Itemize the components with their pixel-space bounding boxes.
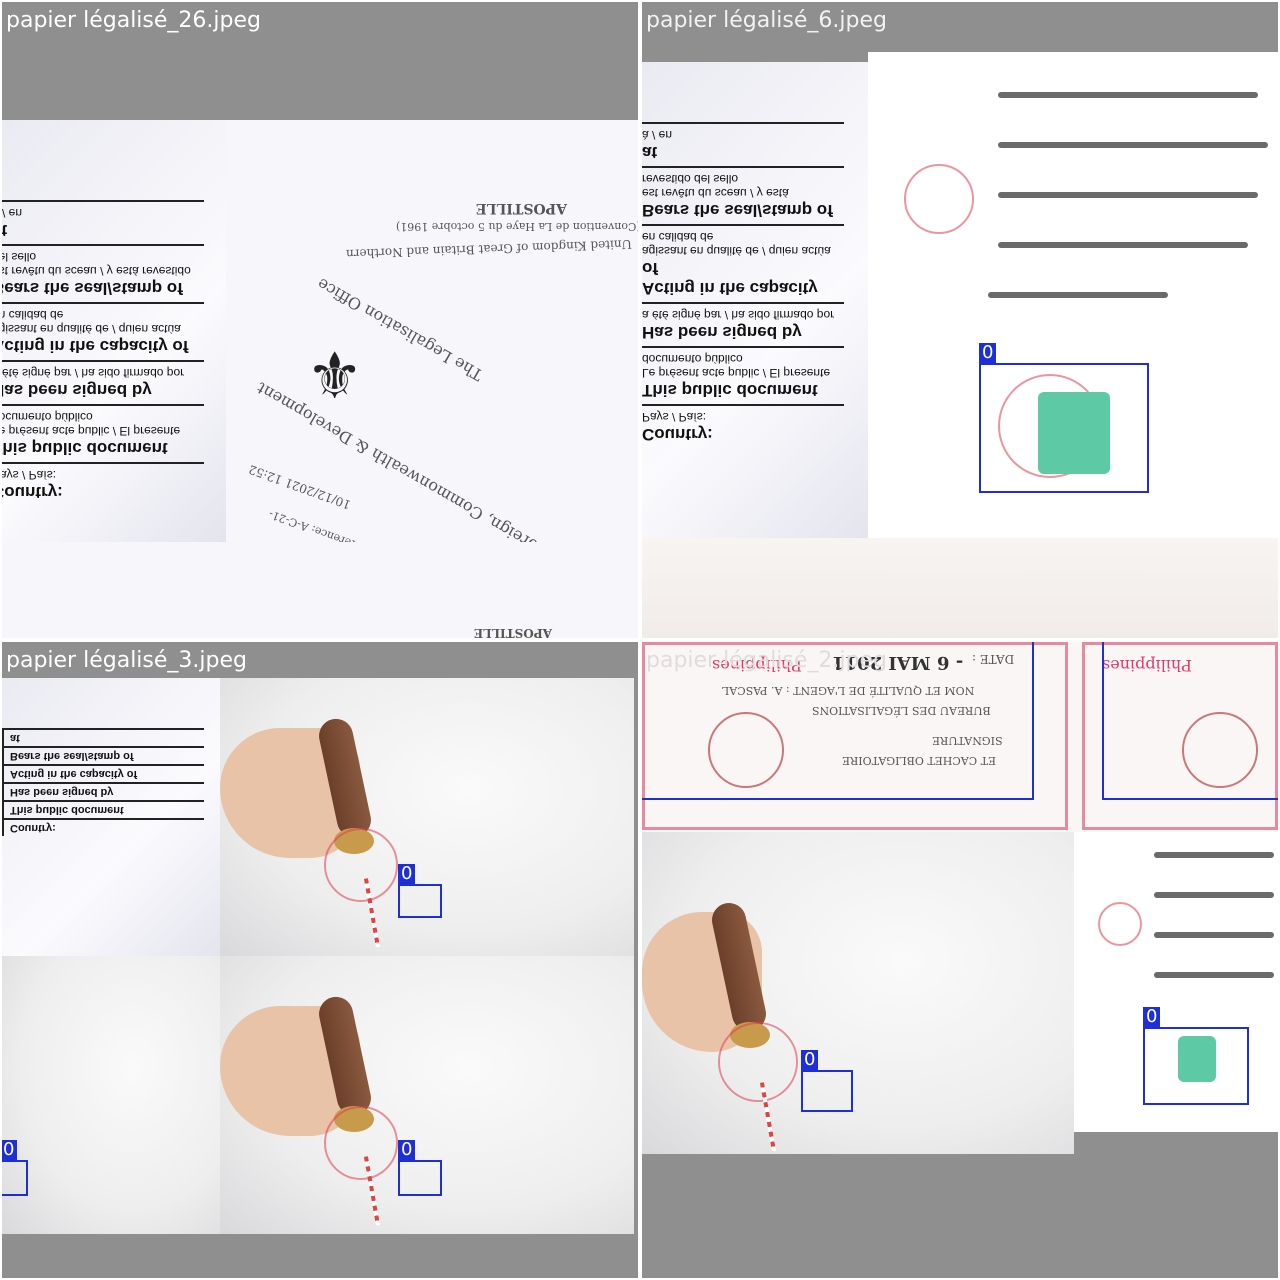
apostille-reference: Reference: A-C-21-	[266, 507, 371, 542]
form-row-document: This public document Le présent acte publ…	[642, 346, 844, 404]
detection-box[interactable]: 0	[398, 864, 442, 918]
form-row-bears: Bears the seal/stamp of	[4, 746, 204, 764]
red-seal-icon	[904, 164, 974, 234]
apostille-country-line: United Kingdom of Great Britain and Nort…	[345, 237, 632, 261]
detection-label: 0	[398, 864, 416, 884]
form-row-at: atà / en	[2, 200, 204, 244]
form-row-bears: Bears the seal/stamp ofest revêtu du sce…	[2, 244, 204, 302]
apostille-heading: APOSTILLE	[476, 200, 568, 216]
apostille-strip: APOSTILLE	[2, 542, 638, 638]
wax-seal-mark-icon	[324, 828, 398, 902]
form-row-signed: Has been signed by a été signé par / ha s…	[642, 302, 844, 346]
form-row-acting: Acting in the capacity of	[4, 764, 204, 782]
form-row-signed: Has been signed by	[4, 782, 204, 800]
form-row-country: Country:Pays / País:	[2, 462, 204, 506]
tile-title: papier légalisé_6.jpeg	[646, 8, 887, 33]
detection-label: 0	[1143, 1007, 1161, 1027]
form-row-document: This public document Le présent acte publ…	[2, 404, 204, 462]
red-seal-icon	[1098, 902, 1142, 946]
text-line	[1154, 932, 1274, 938]
document-photo	[2, 956, 220, 1234]
text-line	[998, 192, 1258, 198]
detection-box[interactable]: 0	[1102, 642, 1278, 800]
mosaic-tile-3[interactable]: Country: This public document Has been s…	[2, 642, 638, 1278]
detection-label: 0	[979, 343, 997, 363]
apostille-form-table: Country: This public document Has been s…	[2, 728, 204, 836]
tile-title: papier légalisé_26.jpeg	[6, 8, 261, 33]
tile-title: papier légalisé_3.jpeg	[6, 648, 247, 673]
wax-seal-mark-icon	[324, 1106, 398, 1180]
detection-label: 0	[2, 1140, 18, 1160]
apostille-form-photo: Country:Pays / País: This public documen…	[2, 120, 226, 542]
apostille-form-table: Country:Pays / País: This public documen…	[642, 122, 844, 448]
text-line	[1154, 972, 1274, 978]
detection-box[interactable]: 0	[801, 1050, 853, 1112]
form-row-acting: Acting in the capacity ofagissant en qua…	[2, 302, 204, 360]
form-row-country: Country:	[4, 818, 204, 836]
form-row-at: atà / en	[642, 122, 844, 166]
wax-seal-photo	[642, 832, 1074, 1154]
text-line	[998, 92, 1258, 98]
apostille-convention: (Convention de La Haye du 5 octobre 1961…	[396, 220, 638, 233]
apostille-datetime: 10/12/2021 12:52	[246, 462, 353, 512]
apostille-form-photo: Country: This public document Has been s…	[2, 678, 220, 956]
mosaic-tile-1[interactable]: Country:Pays / País: This public documen…	[2, 2, 638, 638]
form-row-bears: Bears the seal/stamp ofest revêtu du sce…	[642, 166, 844, 224]
detection-box[interactable]: 0	[1143, 1007, 1249, 1105]
form-row-acting: Acting in the capacity ofagissant en qua…	[642, 224, 844, 302]
detection-label: 0	[398, 1140, 416, 1160]
apostille-form-photo: Country:Pays / País: This public documen…	[642, 62, 868, 542]
form-row-country: Country:Pays / País:	[642, 404, 844, 448]
text-line	[998, 142, 1268, 148]
text-line	[1154, 892, 1274, 898]
form-row-signed: Has been signed by a été signé par / ha s…	[2, 360, 204, 404]
apostille-form-table: Country:Pays / País: This public documen…	[2, 200, 204, 506]
form-row-document: This public document	[4, 800, 204, 818]
royal-crest-icon: ⚜	[306, 340, 364, 414]
mosaic-tile-4[interactable]: DATE : - 6 MAI 2011 Philippines NOM ET Q…	[642, 642, 1278, 1278]
form-row-at: at	[4, 728, 204, 746]
text-line	[1154, 852, 1274, 858]
detection-box[interactable]: 0	[979, 343, 1149, 493]
apostille-heading-strip: APOSTILLE	[474, 626, 553, 638]
mosaic-tile-2[interactable]: Country: Pays / País: This public documen…	[642, 2, 1278, 638]
detection-box[interactable]: 0	[398, 1140, 442, 1196]
text-line	[998, 242, 1248, 248]
wax-seal-mark-icon	[718, 1022, 798, 1102]
tile-title: papier légalisé_2.jpeg	[646, 648, 887, 673]
detection-label: 0	[801, 1050, 819, 1070]
text-line	[988, 292, 1168, 298]
sealing-photo-strip	[642, 538, 1278, 638]
apostille-certificate-photo: APOSTILLE (Convention de La Haye du 5 oc…	[226, 120, 638, 542]
detection-box[interactable]: 0	[2, 1140, 28, 1196]
